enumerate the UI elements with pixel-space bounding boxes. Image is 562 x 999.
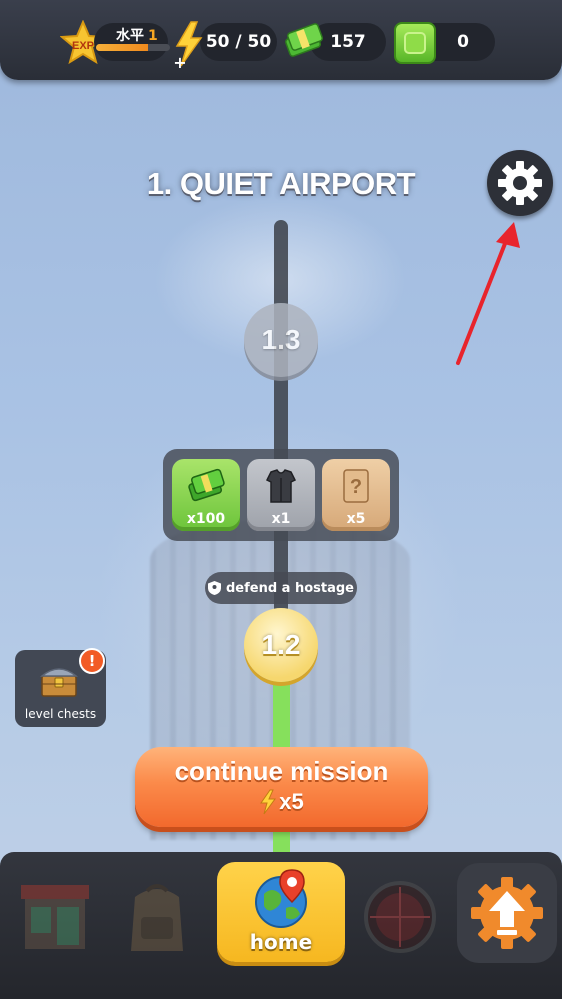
energy-value: 50 / 50 (205, 32, 272, 52)
backpack-icon (131, 884, 183, 951)
level-chests-button[interactable]: ! level chests (15, 648, 106, 727)
reward-mystery-amount: x5 (346, 511, 366, 527)
armor-vest-icon (263, 468, 299, 508)
rewards-panel: x100 x1 ? x5 (163, 449, 399, 541)
cash-value: 157 (330, 32, 366, 52)
svg-text:?: ? (350, 476, 362, 498)
home-label: home (249, 930, 313, 954)
gear-icon (498, 161, 542, 205)
cash-stack-icon (188, 468, 226, 508)
reward-mystery-card[interactable]: ? x5 (322, 459, 390, 531)
level-chests-label: level chests (24, 707, 97, 721)
mission-objective: defend a hostage (205, 572, 357, 604)
gem-value: 0 (457, 32, 469, 52)
bottom-navigation: home (0, 852, 562, 999)
mission-cost-value: x5 (279, 789, 304, 814)
energy-counter: 50 / 50 (200, 23, 277, 61)
shop-building-icon (21, 885, 89, 949)
reward-armor[interactable]: x1 (247, 459, 315, 531)
xp-progress-bar (96, 44, 170, 51)
level-title: 1. QUIET AIRPORT (146, 166, 416, 201)
crosshair-scope-icon (364, 881, 436, 953)
nav-home[interactable]: home (217, 862, 345, 962)
energy-bolt-icon (260, 789, 277, 815)
gem-icon[interactable] (394, 22, 436, 64)
continue-mission-button[interactable]: continue mission x5 (135, 747, 428, 827)
globe-icon (250, 868, 312, 934)
shield-icon (207, 581, 221, 595)
nav-upgrade[interactable] (457, 863, 557, 963)
reward-armor-amount: x1 (271, 511, 291, 527)
cash-icon[interactable] (283, 22, 325, 64)
xp-progress-fill (96, 44, 148, 51)
level-node-1-3[interactable]: 1.3 (244, 303, 318, 377)
notification-badge: ! (79, 648, 105, 674)
energy-bolt-icon[interactable]: + (171, 20, 207, 74)
level-label: 水平 (116, 28, 144, 44)
level-node-1-2[interactable]: 1.2 (244, 608, 318, 682)
nav-inventory[interactable] (112, 872, 202, 962)
svg-text:+: + (173, 53, 186, 70)
reward-cash[interactable]: x100 (172, 459, 240, 531)
mystery-card-icon: ? (338, 468, 374, 508)
continue-mission-label: continue mission (174, 756, 389, 786)
nav-shop[interactable] (10, 872, 100, 962)
level-path (274, 220, 288, 620)
player-level: 水平 1 (116, 25, 158, 45)
level-value: 1 (148, 28, 158, 44)
upgrade-gear-arrow-icon (467, 873, 547, 957)
mission-cost: x5 (135, 789, 428, 815)
svg-text:EXP: EXP (72, 40, 94, 52)
top-hud-bar: EXP 水平 1 50 / 50 + 157 0 (0, 0, 562, 80)
objective-text: defend a hostage (225, 580, 354, 596)
annotation-arrow-icon (450, 218, 530, 372)
reward-cash-amount: x100 (186, 511, 226, 527)
treasure-chest-icon (39, 660, 79, 703)
nav-missions[interactable] (355, 872, 445, 962)
settings-button[interactable] (487, 150, 553, 216)
